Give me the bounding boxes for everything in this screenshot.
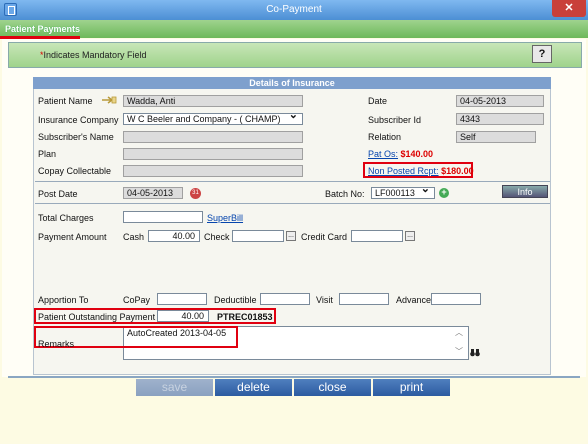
window-close-button[interactable]: ✕ (552, 0, 586, 17)
section-title: Details of Insurance (33, 77, 551, 89)
apportion-label: Apportion To (38, 295, 89, 305)
relation-label: Relation (368, 132, 402, 142)
superbill-link[interactable]: SuperBill (207, 213, 243, 223)
credit-card-field[interactable] (351, 230, 403, 242)
credit-card-details-button[interactable]: ... (405, 231, 415, 241)
outstanding-label: Patient Outstanding Payment (38, 312, 156, 322)
window-title: Co-Payment (266, 4, 322, 15)
receipt-number: PTREC01853 (217, 312, 273, 322)
credit-card-label: Credit Card (301, 232, 348, 242)
deductible-field[interactable] (260, 293, 310, 305)
subscriber-name-field (123, 131, 303, 143)
subscriber-id-field: 4343 (456, 113, 544, 125)
non-posted-link[interactable]: Non Posted Rcpt: $180.00 (368, 166, 474, 176)
insurance-company-select[interactable]: W C Beeler and Company - ( CHAMP) (123, 113, 303, 125)
copay-collectable-field (123, 165, 303, 177)
check-field[interactable] (232, 230, 284, 242)
save-button[interactable]: save (136, 379, 213, 396)
add-batch-icon[interactable]: + (439, 188, 449, 198)
pat-os-amount: $140.00 (400, 149, 434, 159)
insurance-company-label: Insurance Company (38, 115, 119, 125)
date-field: 04-05-2013 (456, 95, 544, 107)
binoculars-icon[interactable] (470, 348, 480, 357)
help-button[interactable]: ? (532, 45, 552, 63)
patient-name-label: Patient Name (38, 96, 93, 106)
scroll-down-icon[interactable]: ﹀ (455, 348, 463, 356)
date-label: Date (368, 96, 388, 106)
post-date-field[interactable]: 04-05-2013 (123, 187, 183, 199)
non-posted-amount: $180.00 (441, 166, 474, 176)
close-button[interactable]: close (294, 379, 371, 396)
relation-field: Self (456, 131, 536, 143)
patient-lookup-icon[interactable] (101, 95, 117, 105)
outstanding-amount: 40.00 (157, 310, 209, 322)
batch-label: Batch No: (325, 189, 365, 199)
info-button[interactable]: Info (502, 185, 548, 198)
mandatory-note: *Indicates Mandatory Field (40, 50, 147, 60)
batch-select[interactable]: LF000113 (371, 187, 435, 199)
pat-os-link[interactable]: Pat Os: $140.00 (368, 149, 433, 159)
plan-label: Plan (38, 149, 57, 159)
pat-os-label: Pat Os: (368, 149, 399, 159)
subscriber-id-label: Subscriber Id (368, 115, 422, 125)
mandatory-text: Indicates Mandatory Field (43, 50, 147, 60)
payment-amount-label: Payment Amount (38, 232, 107, 242)
print-button[interactable]: print (373, 379, 450, 396)
deductible-label: Deductible (214, 295, 257, 305)
total-charges-label: Total Charges (38, 213, 94, 223)
advance-label: Advance (396, 295, 432, 305)
calendar-icon[interactable]: 31 (190, 188, 201, 199)
cash-label: Cash (123, 232, 145, 242)
apportion-copay-label: CoPay (123, 295, 151, 305)
post-date-label: Post Date (38, 189, 78, 199)
subscriber-name-label: Subscriber's Name (38, 132, 114, 142)
delete-button[interactable]: delete (215, 379, 292, 396)
visit-label: Visit (316, 295, 333, 305)
copay-collectable-label: Copay Collectable (38, 166, 112, 176)
tab-patient-payments[interactable]: Patient Payments (5, 22, 80, 36)
check-details-button[interactable]: ... (286, 231, 296, 241)
patient-name-field: Wadda, Anti (123, 95, 303, 107)
footer-divider (8, 376, 580, 378)
non-posted-label: Non Posted Rcpt: (368, 166, 439, 176)
visit-field[interactable] (339, 293, 389, 305)
divider (35, 203, 550, 204)
scroll-up-icon[interactable]: ︿ (455, 329, 463, 337)
advance-field[interactable] (431, 293, 481, 305)
apportion-copay-field[interactable] (157, 293, 207, 305)
check-label: Check (204, 232, 230, 242)
total-charges-field[interactable] (123, 211, 203, 223)
cash-field[interactable]: 40.00 (148, 230, 200, 242)
remarks-label: Remarks (38, 339, 75, 349)
tab-bar (0, 20, 588, 38)
divider (35, 181, 550, 182)
plan-field (123, 148, 303, 160)
